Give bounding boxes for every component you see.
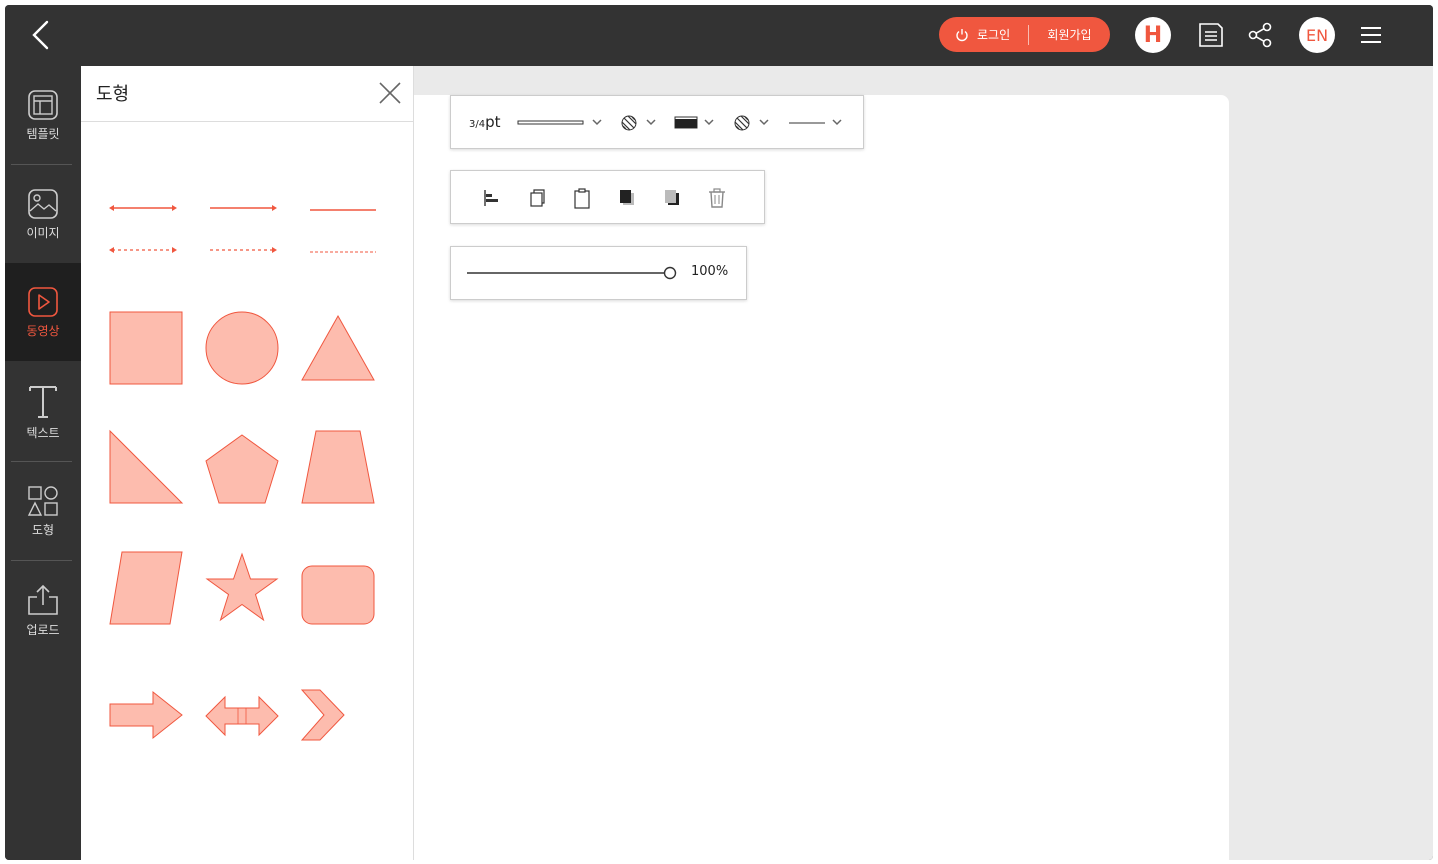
line-style-dropdown[interactable] xyxy=(517,114,607,132)
fill-color-icon xyxy=(674,116,714,129)
right-arrow-shape[interactable] xyxy=(108,690,184,740)
arrange-toolbar xyxy=(450,170,765,224)
sidebar-item-text[interactable]: 텍스트 xyxy=(5,363,81,461)
dashed-line-shape[interactable] xyxy=(308,246,378,258)
square-shape[interactable] xyxy=(108,310,184,386)
trapezoid-shape[interactable] xyxy=(300,429,376,505)
double-arrow-shape[interactable] xyxy=(204,693,280,739)
dashed-double-arrow-line-shape[interactable] xyxy=(108,244,178,256)
fill-pattern-dropdown[interactable] xyxy=(619,113,659,133)
dashed-arrow-line-shape[interactable] xyxy=(208,244,278,256)
save-button[interactable] xyxy=(1195,19,1227,51)
bring-to-front-icon xyxy=(620,190,634,205)
close-icon xyxy=(379,82,401,104)
star-shape[interactable] xyxy=(204,552,280,626)
sidebar-item-label: 업로드 xyxy=(26,622,60,637)
signup-button[interactable]: 회원가입 xyxy=(1029,26,1110,43)
language-button[interactable]: EN xyxy=(1299,17,1335,53)
sidebar-item-label: 도형 xyxy=(31,522,55,537)
hatch-pattern-icon xyxy=(734,115,769,131)
sidebar-item-label: 동영상 xyxy=(26,323,60,338)
chevron-shape[interactable] xyxy=(300,688,346,742)
sidebar-item-shapes[interactable]: 도형 xyxy=(5,462,81,560)
bring-front-button[interactable] xyxy=(615,186,639,210)
clipboard-icon xyxy=(574,188,590,209)
image-icon xyxy=(28,188,58,219)
hatch-pattern-icon xyxy=(621,115,656,131)
opacity-slider[interactable] xyxy=(467,265,677,281)
line-width-unit: pt xyxy=(485,113,501,131)
share-icon xyxy=(1248,22,1272,48)
opacity-toolbar: 100% xyxy=(450,246,747,300)
panel-divider xyxy=(81,121,414,122)
save-icon xyxy=(1199,23,1223,47)
line-type-dropdown[interactable] xyxy=(787,113,847,133)
shapes-icon xyxy=(27,485,58,516)
sidebar-item-video[interactable]: 동영상 xyxy=(5,263,81,361)
send-to-back-icon xyxy=(665,190,679,205)
send-back-button[interactable] xyxy=(660,186,684,210)
parallelogram-shape[interactable] xyxy=(108,550,184,626)
slider-track-icon xyxy=(467,266,677,280)
line-type-icon xyxy=(789,119,842,126)
editor-canvas: 3/4pt 100% xyxy=(414,66,1433,860)
sidebar-item-template[interactable]: 템플릿 xyxy=(5,66,81,164)
line-style-toolbar: 3/4pt xyxy=(450,95,864,149)
right-triangle-shape[interactable] xyxy=(108,429,184,505)
share-button[interactable] xyxy=(1244,19,1276,51)
app-window: 로그인 회원가입 H EN 템플릿 이미지 동영상 텍스트 도형 업로드 도형 … xyxy=(5,5,1433,860)
fill-color-dropdown[interactable] xyxy=(673,113,721,133)
triangle-shape[interactable] xyxy=(300,314,376,384)
straight-line-shape[interactable] xyxy=(308,204,378,216)
text-icon xyxy=(29,385,57,418)
copy-icon xyxy=(530,189,545,207)
h-button[interactable]: H xyxy=(1135,17,1171,53)
shapes-panel: 도형 xyxy=(81,66,414,860)
sidebar-item-upload[interactable]: 업로드 xyxy=(5,561,81,659)
arrow-line-shape[interactable] xyxy=(208,202,278,214)
sidebar-item-label: 텍스트 xyxy=(26,425,60,440)
upload-icon xyxy=(28,584,58,615)
sidebar-item-label: 템플릿 xyxy=(26,126,60,141)
back-button[interactable] xyxy=(27,19,57,51)
delete-button[interactable] xyxy=(705,186,729,210)
close-panel-button[interactable] xyxy=(378,81,402,105)
copy-button[interactable] xyxy=(525,186,549,210)
align-left-icon xyxy=(484,190,498,206)
line-pattern-dropdown[interactable] xyxy=(732,113,772,133)
trash-icon xyxy=(709,188,725,208)
sidebar-item-image[interactable]: 이미지 xyxy=(5,165,81,263)
circle-shape[interactable] xyxy=(204,310,280,386)
login-label: 로그인 xyxy=(977,28,1011,42)
chevron-left-icon xyxy=(32,20,49,50)
panel-title: 도형 xyxy=(96,84,130,105)
align-left-button[interactable] xyxy=(481,186,505,210)
template-icon xyxy=(28,89,58,120)
menu-button[interactable] xyxy=(1355,19,1387,51)
top-bar: 로그인 회원가입 H EN xyxy=(5,5,1433,66)
login-button[interactable]: 로그인 xyxy=(939,17,1028,52)
video-icon xyxy=(28,286,58,317)
double-arrow-line-shape[interactable] xyxy=(108,202,178,214)
rounded-rectangle-shape[interactable] xyxy=(300,564,376,626)
line-width-value[interactable]: 3/4pt xyxy=(469,113,501,131)
sidebar: 템플릿 이미지 동영상 텍스트 도형 업로드 xyxy=(5,66,81,860)
auth-group: 로그인 회원가입 xyxy=(939,17,1110,52)
paste-button[interactable] xyxy=(570,186,594,210)
opacity-value: 100% xyxy=(691,264,729,279)
slider-handle[interactable] xyxy=(663,266,677,280)
line-style-preview-icon xyxy=(517,119,602,126)
pentagon-shape[interactable] xyxy=(204,433,280,507)
power-icon xyxy=(956,28,968,41)
sidebar-item-label: 이미지 xyxy=(26,225,60,240)
hamburger-menu-icon xyxy=(1361,27,1381,43)
line-width-prefix: 3/4 xyxy=(469,119,486,130)
